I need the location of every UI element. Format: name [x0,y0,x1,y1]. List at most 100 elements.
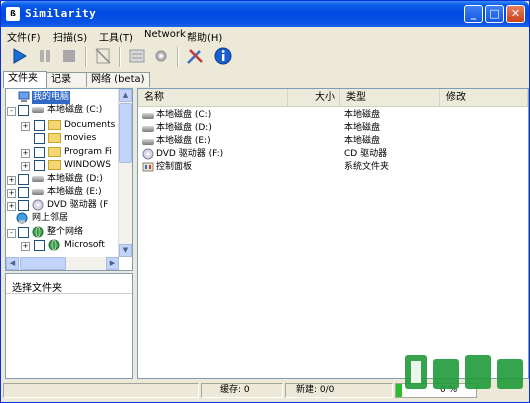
tree-checkbox[interactable] [18,227,29,238]
tree-item[interactable]: - 整个网络 [6,226,119,239]
globe-icon [32,226,44,238]
disk-icon [142,126,154,132]
menu-bar: 文件(F) 扫描(S) 工具(T) Network 帮助(H) [1,27,529,44]
column-type[interactable]: 类型 [340,89,440,106]
column-name[interactable]: 名称 [138,89,288,106]
tree-item[interactable]: + 本地磁盘 (E:) [6,186,119,199]
tree-checkbox[interactable] [34,133,45,144]
disk-icon [32,176,44,182]
menu-tools[interactable]: 工具(T) [99,29,133,44]
minimize-button[interactable]: _ [464,5,483,23]
expand-toggle[interactable]: + [21,162,30,171]
column-size[interactable]: 大小 [288,89,340,106]
watermark-logo [405,355,523,389]
expand-toggle[interactable]: + [7,202,16,211]
selected-folders-panel[interactable]: 选择文件夹 [5,273,133,379]
stop-icon[interactable] [59,46,79,66]
gear-icon[interactable] [151,46,171,66]
disk-icon [142,113,154,119]
dvd-icon [32,199,44,211]
tree-item[interactable]: movies [6,132,119,145]
tab-folders[interactable]: 文件夹 [3,71,47,88]
scroll-right-button[interactable]: ▶ [106,257,119,270]
tree-checkbox[interactable] [34,240,45,251]
tree-checkbox[interactable] [34,160,45,171]
expand-toggle[interactable]: + [7,189,16,198]
toolbar-separator [177,47,179,67]
tree-item[interactable]: + WINDOWS [6,159,119,172]
tree-checkbox[interactable] [34,120,45,131]
expand-toggle[interactable]: + [21,122,30,131]
info-icon[interactable] [213,46,233,66]
collapse-toggle[interactable]: - [7,107,16,116]
collapse-toggle[interactable]: - [7,229,16,238]
divider [6,293,132,294]
tree-item[interactable]: + Microsoft [6,239,119,252]
tab-records[interactable]: 记录 [46,72,87,87]
tree-vertical-scrollbar[interactable]: ▲ ▼ [118,89,132,257]
toolbar-separator [119,47,121,67]
tree-checkbox[interactable] [18,187,29,198]
menu-file[interactable]: 文件(F) [7,29,41,44]
tab-network[interactable]: 网络 (beta) [86,72,150,87]
window-title: Similarity [25,7,97,20]
tree-item[interactable]: + 本地磁盘 (D:) [6,173,119,186]
list-item[interactable]: DVD 驱动器 (F:) CD 驱动器 [138,148,528,161]
globe-icon [48,239,60,251]
tree-item[interactable]: 我的电脑 [6,91,119,104]
scroll-up-button[interactable]: ▲ [119,89,132,102]
menu-scan[interactable]: 扫描(S) [53,29,87,44]
scroll-left-button[interactable]: ◀ [6,257,19,270]
status-new: 新建: 0/0 [285,383,393,398]
menu-network[interactable]: Network [144,29,186,40]
app-icon: ß [6,7,20,21]
tree-item[interactable]: + DVD 驱动器 (F [6,199,119,212]
panel-title: 选择文件夹 [12,283,62,294]
expand-toggle[interactable]: + [21,242,30,251]
tree-horizontal-scrollbar[interactable]: ◀ ▶ [6,257,119,270]
toolbar [3,44,527,70]
tree-checkbox[interactable] [18,200,29,211]
tree-item[interactable]: + Documents [6,119,119,132]
maximize-button[interactable]: □ [485,5,504,23]
list-view-icon[interactable] [127,46,147,66]
list-item[interactable]: 本地磁盘 (C:) 本地磁盘 [138,109,528,122]
tab-strip: 文件夹 记录 网络 (beta) [3,71,153,88]
close-button[interactable]: ✕ [506,5,525,23]
list-item[interactable]: 控制面板 系统文件夹 [138,161,528,174]
folder-tree[interactable]: 我的电脑 - 本地磁盘 (C:) + Documents movies + Pr… [5,88,133,271]
scroll-thumb[interactable] [119,103,132,163]
disk-icon [32,107,44,113]
list-item[interactable]: 本地磁盘 (D:) 本地磁盘 [138,122,528,135]
title-bar[interactable]: ß Similarity _ □ ✕ [1,1,529,27]
status-cache: 缓存: 0 [201,383,283,398]
tree-checkbox[interactable] [18,105,29,116]
scroll-down-button[interactable]: ▼ [119,244,132,257]
disk-icon [32,189,44,195]
status-pane-main [3,383,199,398]
computer-icon [18,91,30,102]
pause-icon[interactable] [35,46,55,66]
folder-icon [48,120,61,130]
app-window: ß Similarity _ □ ✕ 文件(F) 扫描(S) 工具(T) Net… [0,0,530,403]
tools-icon[interactable] [185,46,205,66]
column-modified[interactable]: 修改 [440,89,528,106]
play-icon[interactable] [9,46,29,66]
tree-checkbox[interactable] [18,174,29,185]
expand-toggle[interactable]: + [21,149,30,158]
clear-icon[interactable] [93,46,113,66]
file-list[interactable]: 名称 大小 类型 修改 本地磁盘 (C:) 本地磁盘 本地磁盘 (D:) 本地磁… [137,88,529,379]
scroll-thumb[interactable] [20,257,66,270]
list-item[interactable]: 本地磁盘 (E:) 本地磁盘 [138,135,528,148]
list-header: 名称 大小 类型 修改 [138,89,528,107]
toolbar-separator [85,47,87,67]
tree-item[interactable]: + Program Fi [6,146,119,159]
folder-icon [48,147,61,157]
menu-help[interactable]: 帮助(H) [187,29,222,44]
tree-checkbox[interactable] [34,147,45,158]
tree-item[interactable]: 网上邻居 [6,212,119,225]
tree-item[interactable]: - 本地磁盘 (C:) [6,104,119,117]
expand-toggle[interactable]: + [7,176,16,185]
disk-icon [142,139,154,145]
network-icon [16,212,28,224]
